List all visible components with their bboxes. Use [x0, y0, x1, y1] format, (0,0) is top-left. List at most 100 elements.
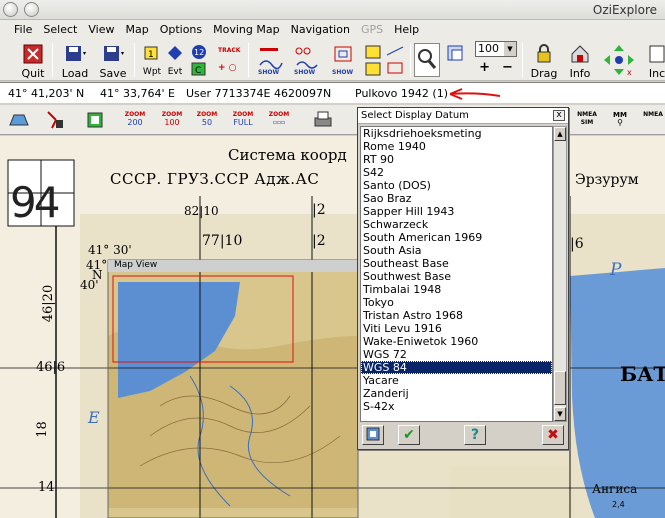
map-overview-button[interactable]: [444, 41, 468, 79]
menu-map[interactable]: Map: [125, 23, 148, 36]
list-item[interactable]: RT 90: [361, 153, 552, 166]
list-item[interactable]: Zanderij: [361, 387, 552, 400]
save-button[interactable]: Save: [98, 41, 128, 80]
window-menu-circle-icon[interactable]: [3, 2, 18, 17]
track-button[interactable]: TRACK + ○: [214, 41, 244, 79]
svg-text:1: 1: [148, 50, 154, 60]
map-spot-height: 2,4: [612, 500, 625, 509]
list-item[interactable]: S42: [361, 166, 552, 179]
magnifier-button[interactable]: [414, 43, 440, 77]
print-icon[interactable]: [312, 110, 334, 133]
help-button[interactable]: ?: [464, 425, 486, 445]
zoom-100-button[interactable]: ZOOM 100: [155, 111, 189, 127]
show-grid-button[interactable]: SHOW: [328, 41, 356, 79]
menu-select[interactable]: Select: [43, 23, 77, 36]
datum-map-button[interactable]: [362, 425, 384, 445]
quit-icon: [22, 43, 44, 65]
list-item-selected[interactable]: WGS 84: [361, 361, 552, 374]
info-button[interactable]: Info: [566, 41, 594, 80]
ok-button[interactable]: ✔: [398, 425, 420, 445]
list-item[interactable]: WGS 72: [361, 348, 552, 361]
window-minimize-circle-icon[interactable]: [24, 2, 39, 17]
list-item[interactable]: Tokyo: [361, 296, 552, 309]
list-item[interactable]: Tristan Astro 1968: [361, 309, 552, 322]
zoom-50-button[interactable]: ZOOM 50: [190, 111, 224, 127]
datum-list-scrollbar[interactable]: ▲ ▼: [553, 126, 567, 422]
line-tool-button[interactable]: [362, 41, 386, 79]
list-item[interactable]: Timbalai 1948: [361, 283, 552, 296]
load-button[interactable]: Load: [60, 41, 90, 80]
drag-button[interactable]: Drag: [528, 41, 560, 80]
list-item[interactable]: Sapper Hill 1943: [361, 205, 552, 218]
list-item[interactable]: Schwarzeck: [361, 218, 552, 231]
menu-view[interactable]: View: [88, 23, 114, 36]
zoom-out-icon[interactable]: −: [502, 60, 513, 75]
list-item[interactable]: Sao Braz: [361, 192, 552, 205]
zoom-dropdown-icon[interactable]: ▼: [504, 42, 516, 56]
list-item[interactable]: Southwest Base: [361, 270, 552, 283]
inc-label: Inc: [648, 67, 665, 80]
zoom-in-icon[interactable]: +: [479, 60, 490, 75]
zoom-200-button[interactable]: ZOOM 200: [118, 111, 152, 127]
route-pin-icon[interactable]: [44, 110, 66, 133]
zoom-full-button[interactable]: ZOOM FULL: [226, 111, 260, 127]
show-track-label: SHOW: [258, 69, 280, 76]
menu-file[interactable]: File: [14, 23, 32, 36]
pan-arrows-button[interactable]: x: [600, 41, 638, 79]
menu-navigation[interactable]: Navigation: [291, 23, 350, 36]
map-view-title[interactable]: Map View: [114, 260, 157, 270]
menu-bar: File Select View Map Options Moving Map …: [0, 20, 665, 39]
map-coord-41-30: 41° 30': [88, 243, 132, 257]
cancel-button[interactable]: ✖: [542, 425, 564, 445]
menu-options[interactable]: Options: [160, 23, 202, 36]
show-points-button[interactable]: SHOW: [290, 41, 318, 79]
route-button[interactable]: 12 C: [188, 41, 210, 79]
menu-help[interactable]: Help: [394, 23, 419, 36]
mm-figure-icon: ⚲: [617, 118, 623, 127]
scroll-down-arrow-icon[interactable]: ▼: [554, 407, 566, 421]
load-label: Load: [61, 67, 89, 80]
show-track-button[interactable]: SHOW: [254, 41, 283, 79]
zoom-200-value: 200: [127, 118, 143, 127]
quit-button[interactable]: Quit: [20, 41, 46, 80]
nmea-sim-button[interactable]: NMEA SIM: [570, 111, 604, 127]
zoom-select[interactable]: 100 ▼: [475, 41, 517, 57]
event-button[interactable]: Evt: [164, 41, 186, 79]
track-points-icon: + ○: [218, 63, 237, 73]
nmea-button[interactable]: NMEA: [636, 111, 665, 119]
list-item[interactable]: Southeast Base: [361, 257, 552, 270]
menu-moving-map[interactable]: Moving Map: [213, 23, 279, 36]
scroll-thumb[interactable]: [554, 371, 566, 405]
dialog-title: Select Display Datum: [361, 110, 469, 121]
line-show-button[interactable]: [384, 41, 408, 79]
dialog-title-bar[interactable]: Select Display Datum x: [358, 108, 568, 124]
zoom-control[interactable]: 100 ▼ + −: [474, 41, 518, 79]
list-item[interactable]: South American 1969: [361, 231, 552, 244]
list-item[interactable]: Santo (DOS): [361, 179, 552, 192]
map-grid-82-10: 82|10: [184, 204, 219, 218]
zoom-custom-button[interactable]: ZOOM ▫▫▫: [262, 111, 296, 127]
ruler-icon[interactable]: [8, 111, 30, 132]
list-item[interactable]: S-42x: [361, 400, 552, 413]
dialog-close-button[interactable]: x: [553, 110, 565, 121]
inc-button[interactable]: Inc: [642, 41, 665, 80]
list-item[interactable]: Yacare: [361, 374, 552, 387]
list-item[interactable]: Wake-Eniwetok 1960: [361, 335, 552, 348]
list-item[interactable]: South Asia: [361, 244, 552, 257]
list-item[interactable]: Rome 1940: [361, 140, 552, 153]
zoom-100-value: 100: [164, 118, 180, 127]
event-label: Evt: [167, 67, 183, 77]
mm-button[interactable]: MM ⚲: [603, 111, 637, 127]
scroll-up-arrow-icon[interactable]: ▲: [554, 127, 566, 141]
menu-gps[interactable]: GPS: [361, 23, 383, 36]
list-item[interactable]: Viti Levu 1916: [361, 322, 552, 335]
cancel-x-icon: ✖: [547, 427, 559, 443]
map-list-icon[interactable]: [86, 111, 104, 132]
close-icon: x: [556, 110, 562, 120]
datum-listbox[interactable]: Rijksdriehoeksmeting Rome 1940 RT 90 S42…: [360, 126, 553, 422]
waypoint-button[interactable]: 1 Wpt: [140, 41, 164, 79]
map-grid-12-mid: |2: [312, 233, 326, 249]
list-item[interactable]: Rijksdriehoeksmeting: [361, 127, 552, 140]
datum-readout[interactable]: Pulkovo 1942 (1): [355, 87, 448, 100]
zoom-50-value: 50: [201, 118, 213, 127]
